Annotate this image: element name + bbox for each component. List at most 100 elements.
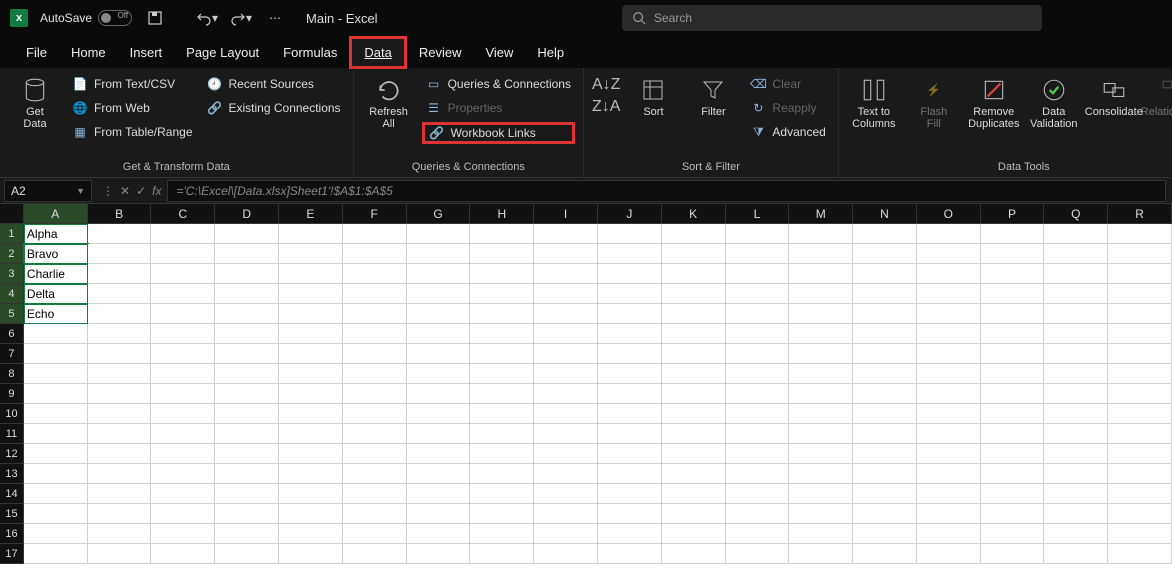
cell[interactable]: [917, 284, 981, 304]
cell[interactable]: [24, 404, 88, 424]
cell[interactable]: [1108, 524, 1172, 544]
cell[interactable]: [598, 504, 662, 524]
cell[interactable]: [789, 224, 853, 244]
column-header[interactable]: I: [534, 204, 598, 224]
cell[interactable]: [1108, 444, 1172, 464]
cell[interactable]: [981, 224, 1045, 244]
cell[interactable]: [88, 384, 152, 404]
cell[interactable]: [598, 284, 662, 304]
cell[interactable]: [343, 244, 407, 264]
cell[interactable]: [981, 464, 1045, 484]
row-header[interactable]: 17: [0, 544, 24, 564]
cell[interactable]: [662, 404, 726, 424]
cell[interactable]: [407, 444, 471, 464]
cancel-icon[interactable]: ✕: [120, 184, 130, 198]
cell[interactable]: [598, 304, 662, 324]
row-header[interactable]: 3: [0, 264, 24, 284]
tab-formulas[interactable]: Formulas: [271, 39, 349, 66]
cell[interactable]: [789, 324, 853, 344]
cell[interactable]: [215, 264, 279, 284]
cell[interactable]: [726, 424, 790, 444]
cell[interactable]: [215, 384, 279, 404]
cell[interactable]: [789, 464, 853, 484]
refresh-all-button[interactable]: Refresh All: [362, 72, 416, 130]
spreadsheet-grid[interactable]: ABCDEFGHIJKLMNOPQR 1Alpha2Bravo3Charlie4…: [0, 204, 1172, 580]
cell[interactable]: [407, 544, 471, 564]
cell[interactable]: [88, 464, 152, 484]
cell[interactable]: [215, 284, 279, 304]
cell[interactable]: [151, 244, 215, 264]
column-header[interactable]: P: [981, 204, 1045, 224]
cell[interactable]: [88, 404, 152, 424]
cell[interactable]: [917, 324, 981, 344]
column-header[interactable]: B: [88, 204, 152, 224]
from-text-csv-button[interactable]: 📄From Text/CSV: [68, 74, 197, 94]
cell[interactable]: [1108, 484, 1172, 504]
cell[interactable]: [470, 324, 534, 344]
cell[interactable]: [151, 364, 215, 384]
row-header[interactable]: 15: [0, 504, 24, 524]
cell[interactable]: [215, 364, 279, 384]
cell[interactable]: [789, 264, 853, 284]
cell[interactable]: [1044, 384, 1108, 404]
cell[interactable]: [470, 224, 534, 244]
cell[interactable]: [24, 464, 88, 484]
cell[interactable]: [789, 544, 853, 564]
cell[interactable]: [917, 424, 981, 444]
tab-file[interactable]: File: [14, 39, 59, 66]
cell[interactable]: [279, 404, 343, 424]
cell[interactable]: [534, 304, 598, 324]
cell[interactable]: [534, 424, 598, 444]
cell[interactable]: [789, 504, 853, 524]
cell[interactable]: [853, 424, 917, 444]
cell[interactable]: [981, 504, 1045, 524]
row-header[interactable]: 16: [0, 524, 24, 544]
recent-sources-button[interactable]: 🕘Recent Sources: [203, 74, 345, 94]
cell[interactable]: [151, 264, 215, 284]
row-header[interactable]: 14: [0, 484, 24, 504]
cell[interactable]: [343, 504, 407, 524]
column-header[interactable]: C: [151, 204, 215, 224]
row-header[interactable]: 11: [0, 424, 24, 444]
cell[interactable]: [981, 544, 1045, 564]
cell[interactable]: [853, 404, 917, 424]
cell[interactable]: [981, 324, 1045, 344]
cell[interactable]: [215, 444, 279, 464]
cell[interactable]: [853, 324, 917, 344]
cell[interactable]: [279, 504, 343, 524]
cell[interactable]: [789, 284, 853, 304]
cell[interactable]: [1108, 244, 1172, 264]
cell[interactable]: [726, 524, 790, 544]
row-header[interactable]: 1: [0, 224, 24, 244]
from-web-button[interactable]: 🌐From Web: [68, 98, 197, 118]
select-all-corner[interactable]: [0, 204, 24, 224]
cell[interactable]: [534, 364, 598, 384]
cell[interactable]: [279, 484, 343, 504]
cell[interactable]: Echo: [24, 304, 88, 324]
row-header[interactable]: 12: [0, 444, 24, 464]
cell[interactable]: [279, 264, 343, 284]
cell[interactable]: [24, 504, 88, 524]
cell[interactable]: [215, 424, 279, 444]
cell[interactable]: [151, 544, 215, 564]
tab-data[interactable]: Data: [349, 36, 406, 69]
cell[interactable]: [470, 364, 534, 384]
cell[interactable]: [279, 424, 343, 444]
cell[interactable]: [789, 404, 853, 424]
cell[interactable]: [88, 424, 152, 444]
cell[interactable]: [1108, 224, 1172, 244]
cell[interactable]: [1044, 284, 1108, 304]
cell[interactable]: [853, 284, 917, 304]
cell[interactable]: [662, 424, 726, 444]
cell[interactable]: [1044, 224, 1108, 244]
cell[interactable]: [343, 404, 407, 424]
cell[interactable]: [789, 424, 853, 444]
undo-icon[interactable]: ▾: [196, 7, 218, 29]
cell[interactable]: [534, 344, 598, 364]
cell[interactable]: [407, 464, 471, 484]
row-header[interactable]: 8: [0, 364, 24, 384]
cell[interactable]: [662, 384, 726, 404]
cell[interactable]: [1044, 404, 1108, 424]
cell[interactable]: [853, 264, 917, 284]
cell[interactable]: [343, 444, 407, 464]
